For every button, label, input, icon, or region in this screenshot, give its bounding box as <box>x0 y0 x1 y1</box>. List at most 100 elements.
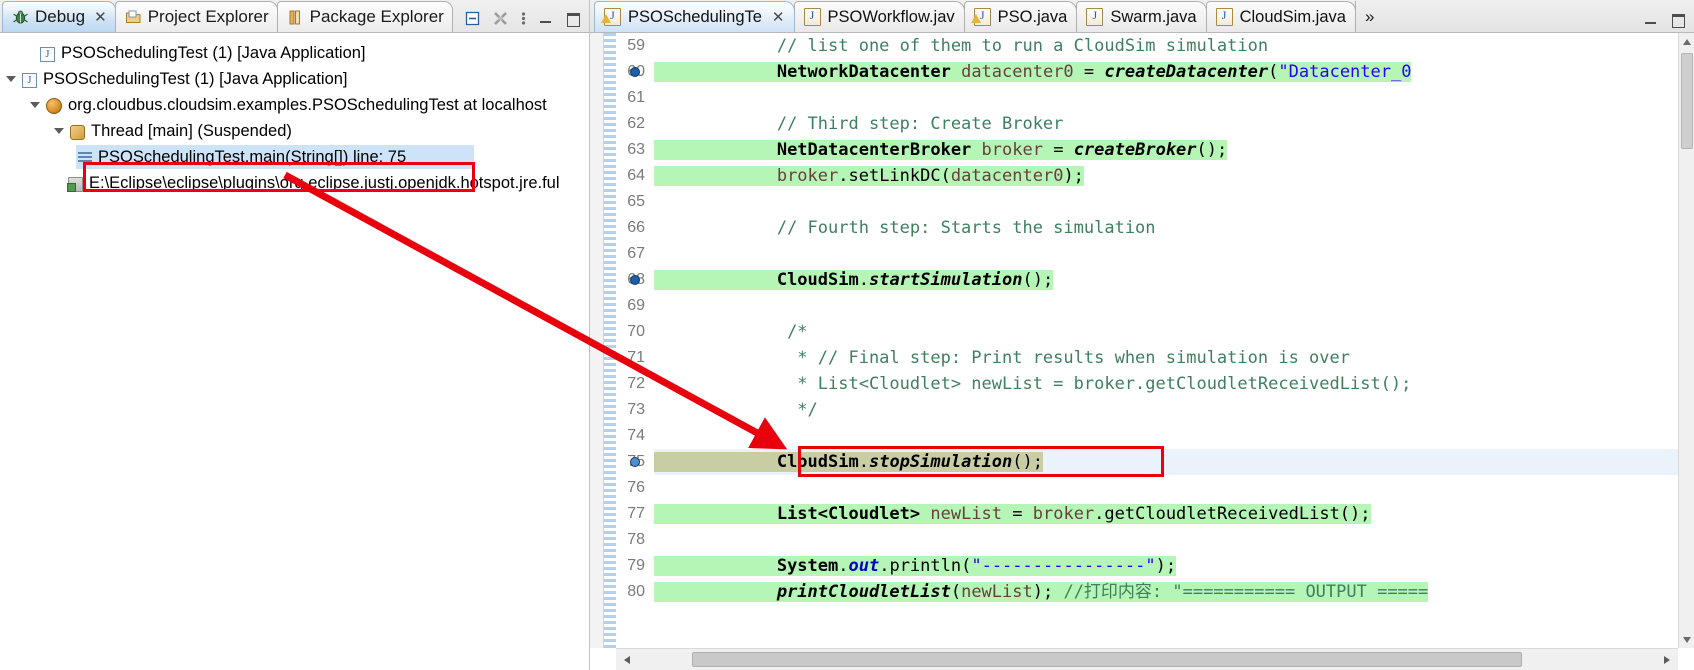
tab-debug[interactable]: Debug ✕ <box>2 1 116 32</box>
code-line[interactable]: 62 // Third step: Create Broker <box>616 111 1678 137</box>
tree-row-selected-frame[interactable]: PSOSchedulingTest.main(String[]) line: 7… <box>0 144 589 170</box>
code-line-text[interactable]: broker.setLinkDC(datacenter0); <box>654 163 1678 189</box>
code-line-text[interactable]: printCloudletList(newList); //打印内容: "===… <box>654 579 1678 605</box>
editor-horizontal-scrollbar[interactable] <box>616 648 1678 670</box>
code-line-text[interactable]: List<Cloudlet> newList = broker.getCloud… <box>654 501 1678 527</box>
tab-swarm[interactable]: Swarm.java <box>1076 1 1207 32</box>
code-line[interactable]: 77 List<Cloudlet> newList = broker.getCl… <box>616 501 1678 527</box>
code-line-text[interactable] <box>654 475 1678 501</box>
code-lines-container[interactable]: 59 // list one of them to run a CloudSim… <box>616 33 1678 648</box>
line-number: 70 <box>627 323 645 340</box>
tab-cloudsim[interactable]: CloudSim.java <box>1205 1 1356 32</box>
debug-view-tabbar: Debug ✕ Project Explorer Package Explore… <box>0 0 589 33</box>
expander-toggle[interactable] <box>48 128 70 134</box>
code-line-text[interactable]: */ <box>654 397 1678 423</box>
tree-row[interactable]: Thread [main] (Suspended) <box>0 118 589 144</box>
maximize-icon[interactable] <box>565 11 581 27</box>
code-line[interactable]: 76 <box>616 475 1678 501</box>
code-line-text[interactable]: System.out.println("----------------"); <box>654 553 1678 579</box>
code-token: datacenter0 <box>950 166 1064 186</box>
tree-row[interactable]: E:\Eclipse\eclipse\plugins\org.eclipse.j… <box>0 170 589 196</box>
scroll-up-icon[interactable] <box>1679 33 1694 50</box>
view-menu-icon[interactable] <box>520 10 527 27</box>
collapse-all-icon[interactable] <box>464 10 481 27</box>
horizontal-scroll-thumb[interactable] <box>692 652 1522 667</box>
code-line[interactable]: 71 * // Final step: Print results when s… <box>616 345 1678 371</box>
code-line[interactable]: 61 <box>616 85 1678 111</box>
tree-row[interactable]: PSOSchedulingTest (1) [Java Application] <box>0 40 589 66</box>
code-line-text[interactable] <box>654 293 1678 319</box>
tab-package-explorer[interactable]: Package Explorer <box>276 1 453 32</box>
code-line[interactable]: 68 CloudSim.startSimulation(); <box>616 267 1678 293</box>
tab-psoschedulingtest[interactable]: PSOSchedulingTe ✕ <box>594 1 795 32</box>
code-line-text[interactable] <box>654 423 1678 449</box>
code-line-text[interactable]: CloudSim.startSimulation(); <box>630 267 1678 293</box>
code-line-text[interactable]: CloudSim.stopSimulation(); <box>630 449 1678 475</box>
code-line[interactable]: 80 printCloudletList(newList); //打印内容: "… <box>616 579 1678 605</box>
code-line[interactable]: 74 <box>616 423 1678 449</box>
code-line[interactable]: 66 // Fourth step: Starts the simulation <box>616 215 1678 241</box>
minimize-icon[interactable] <box>538 11 554 26</box>
code-line[interactable]: 75 CloudSim.stopSimulation(); <box>616 449 1678 475</box>
code-line-text[interactable]: // Fourth step: Starts the simulation <box>654 215 1678 241</box>
code-line-text[interactable] <box>654 189 1678 215</box>
close-icon[interactable]: ✕ <box>94 10 107 25</box>
code-line[interactable]: 59 // list one of them to run a CloudSim… <box>616 33 1678 59</box>
code-line[interactable]: 72 * List<Cloudlet> newList = broker.get… <box>616 371 1678 397</box>
code-line-text[interactable]: * List<Cloudlet> newList = broker.getClo… <box>654 371 1678 397</box>
code-line[interactable]: 64 broker.setLinkDC(datacenter0); <box>616 163 1678 189</box>
code-editor[interactable]: 59 // list one of them to run a CloudSim… <box>590 33 1694 670</box>
code-line-text[interactable]: // list one of them to run a CloudSim si… <box>654 33 1678 59</box>
code-line-text[interactable] <box>654 241 1678 267</box>
current-instruction-pointer-icon[interactable] <box>630 457 640 467</box>
show-more-tabs-button[interactable]: » <box>1354 1 1388 32</box>
code-line-text[interactable] <box>654 85 1678 111</box>
code-line[interactable]: 70 /* <box>616 319 1678 345</box>
code-line-text[interactable]: NetworkDatacenter datacenter0 = createDa… <box>630 59 1678 85</box>
vertical-scroll-thumb[interactable] <box>1681 53 1693 149</box>
breakpoint-icon[interactable] <box>630 275 640 285</box>
tree-row[interactable]: org.cloudbus.cloudsim.examples.PSOSchedu… <box>0 92 589 118</box>
code-token: * // Final step: Print results when simu… <box>797 348 1350 368</box>
chevron-down-icon <box>30 102 40 108</box>
editor-vertical-scrollbar[interactable] <box>1678 33 1694 648</box>
tab-label: Package Explorer <box>309 7 444 26</box>
minimize-icon[interactable] <box>1643 12 1659 27</box>
code-line[interactable]: 63 NetDatacenterBroker broker = createBr… <box>616 137 1678 163</box>
expander-toggle[interactable] <box>0 76 22 82</box>
code-line[interactable]: 73 */ <box>616 397 1678 423</box>
scroll-left-icon[interactable] <box>616 649 638 670</box>
line-number: 59 <box>627 37 645 54</box>
code-line[interactable]: 65 <box>616 189 1678 215</box>
code-line[interactable]: 60 NetworkDatacenter datacenter0 = creat… <box>616 59 1678 85</box>
code-token: startSimulation <box>868 270 1023 290</box>
tab-psoworkflow[interactable]: PSOWorkflow.jav <box>793 1 965 32</box>
tab-pso[interactable]: PSO.java <box>963 1 1078 32</box>
code-line-text[interactable]: * // Final step: Print results when simu… <box>654 345 1678 371</box>
tab-project-explorer[interactable]: Project Explorer <box>114 1 278 32</box>
code-token: printCloudletList <box>776 582 951 602</box>
expander-toggle[interactable] <box>24 102 46 108</box>
code-line-text[interactable]: /* <box>654 319 1678 345</box>
code-line[interactable]: 79 System.out.println("----------------"… <box>616 553 1678 579</box>
code-line-text[interactable]: // Third step: Create Broker <box>654 111 1678 137</box>
tree-item-label: E:\Eclipse\eclipse\plugins\org.eclipse.j… <box>89 173 560 192</box>
code-line-text[interactable] <box>654 527 1678 553</box>
tab-label: Project Explorer <box>147 7 269 26</box>
editor-annotation-ruler[interactable] <box>590 33 604 648</box>
tree-row[interactable]: PSOSchedulingTest (1) [Java Application] <box>0 66 589 92</box>
scroll-right-icon[interactable] <box>1656 649 1678 670</box>
remove-all-terminated-icon[interactable] <box>492 10 509 27</box>
code-line[interactable]: 78 <box>616 527 1678 553</box>
close-icon[interactable]: ✕ <box>772 10 785 25</box>
scroll-down-icon[interactable] <box>1679 631 1694 648</box>
code-line[interactable]: 67 <box>616 241 1678 267</box>
code-line-text[interactable]: NetDatacenterBroker broker = createBroke… <box>654 137 1678 163</box>
stack-frame-row[interactable]: PSOSchedulingTest.main(String[]) line: 7… <box>76 145 475 169</box>
breakpoint-icon[interactable] <box>630 67 640 77</box>
code-line[interactable]: 69 <box>616 293 1678 319</box>
project-explorer-icon <box>125 9 142 26</box>
maximize-icon[interactable] <box>1670 12 1686 28</box>
